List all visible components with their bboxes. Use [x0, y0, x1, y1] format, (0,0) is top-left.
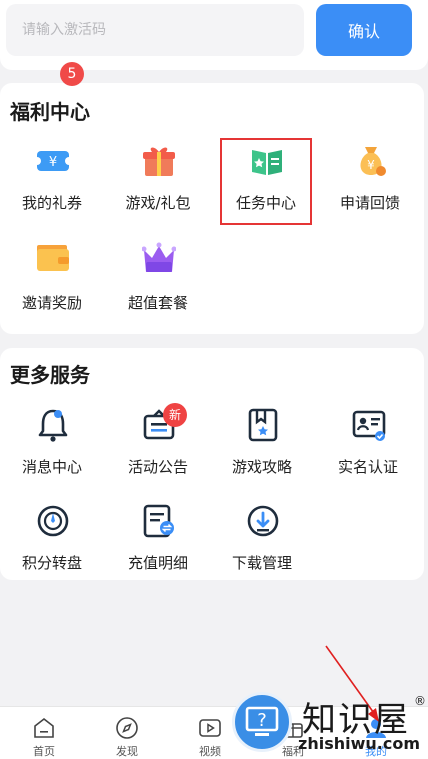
watermark-logo: ? [232, 692, 292, 752]
watermark-registered-mark: ® [414, 694, 426, 708]
question-monitor-icon: ? [245, 706, 279, 736]
svg-text:?: ? [257, 710, 267, 731]
watermark-url: zhishiwu.com [298, 734, 420, 753]
annotation-arrow [325, 645, 379, 722]
